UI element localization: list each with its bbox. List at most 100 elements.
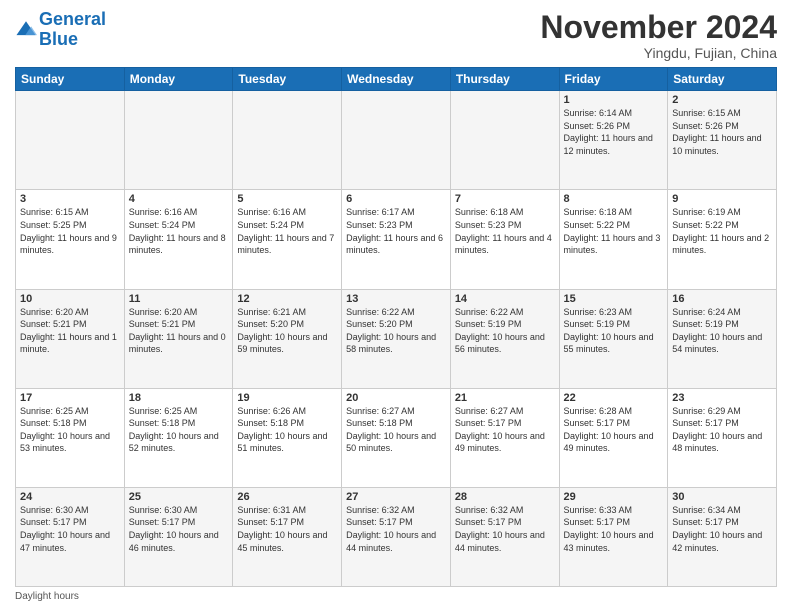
day-cell: 7Sunrise: 6:18 AMSunset: 5:23 PMDaylight…: [450, 190, 559, 289]
day-info: Sunrise: 6:20 AMSunset: 5:21 PMDaylight:…: [129, 306, 229, 356]
day-number: 24: [20, 491, 120, 503]
day-info: Sunrise: 6:14 AMSunset: 5:26 PMDaylight:…: [564, 107, 664, 157]
day-cell: [450, 91, 559, 190]
day-cell: 28Sunrise: 6:32 AMSunset: 5:17 PMDayligh…: [450, 487, 559, 586]
logo-general: General: [39, 9, 106, 29]
day-cell: 11Sunrise: 6:20 AMSunset: 5:21 PMDayligh…: [124, 289, 233, 388]
day-number: 3: [20, 193, 120, 205]
col-header-thursday: Thursday: [450, 68, 559, 91]
day-info: Sunrise: 6:21 AMSunset: 5:20 PMDaylight:…: [237, 306, 337, 356]
header-row: SundayMondayTuesdayWednesdayThursdayFrid…: [16, 68, 777, 91]
day-number: 22: [564, 392, 664, 404]
day-number: 2: [672, 94, 772, 106]
day-number: 15: [564, 293, 664, 305]
day-cell: 26Sunrise: 6:31 AMSunset: 5:17 PMDayligh…: [233, 487, 342, 586]
day-number: 20: [346, 392, 446, 404]
day-cell: 6Sunrise: 6:17 AMSunset: 5:23 PMDaylight…: [342, 190, 451, 289]
col-header-sunday: Sunday: [16, 68, 125, 91]
week-row-5: 24Sunrise: 6:30 AMSunset: 5:17 PMDayligh…: [16, 487, 777, 586]
day-number: 19: [237, 392, 337, 404]
day-cell: 8Sunrise: 6:18 AMSunset: 5:22 PMDaylight…: [559, 190, 668, 289]
day-info: Sunrise: 6:30 AMSunset: 5:17 PMDaylight:…: [129, 504, 229, 554]
day-cell: 29Sunrise: 6:33 AMSunset: 5:17 PMDayligh…: [559, 487, 668, 586]
day-number: 1: [564, 94, 664, 106]
day-cell: [16, 91, 125, 190]
day-number: 7: [455, 193, 555, 205]
day-cell: 4Sunrise: 6:16 AMSunset: 5:24 PMDaylight…: [124, 190, 233, 289]
day-cell: 17Sunrise: 6:25 AMSunset: 5:18 PMDayligh…: [16, 388, 125, 487]
day-info: Sunrise: 6:25 AMSunset: 5:18 PMDaylight:…: [129, 405, 229, 455]
day-cell: 2Sunrise: 6:15 AMSunset: 5:26 PMDaylight…: [668, 91, 777, 190]
footer: Daylight hours: [15, 591, 777, 602]
day-number: 23: [672, 392, 772, 404]
day-cell: 18Sunrise: 6:25 AMSunset: 5:18 PMDayligh…: [124, 388, 233, 487]
month-title: November 2024: [540, 10, 777, 45]
day-info: Sunrise: 6:22 AMSunset: 5:19 PMDaylight:…: [455, 306, 555, 356]
page: General Blue November 2024 Yingdu, Fujia…: [0, 0, 792, 612]
day-cell: 30Sunrise: 6:34 AMSunset: 5:17 PMDayligh…: [668, 487, 777, 586]
col-header-friday: Friday: [559, 68, 668, 91]
day-cell: 16Sunrise: 6:24 AMSunset: 5:19 PMDayligh…: [668, 289, 777, 388]
day-info: Sunrise: 6:23 AMSunset: 5:19 PMDaylight:…: [564, 306, 664, 356]
day-info: Sunrise: 6:20 AMSunset: 5:21 PMDaylight:…: [20, 306, 120, 356]
day-info: Sunrise: 6:34 AMSunset: 5:17 PMDaylight:…: [672, 504, 772, 554]
day-info: Sunrise: 6:31 AMSunset: 5:17 PMDaylight:…: [237, 504, 337, 554]
day-cell: 13Sunrise: 6:22 AMSunset: 5:20 PMDayligh…: [342, 289, 451, 388]
day-number: 8: [564, 193, 664, 205]
day-info: Sunrise: 6:19 AMSunset: 5:22 PMDaylight:…: [672, 206, 772, 256]
day-info: Sunrise: 6:26 AMSunset: 5:18 PMDaylight:…: [237, 405, 337, 455]
day-cell: 22Sunrise: 6:28 AMSunset: 5:17 PMDayligh…: [559, 388, 668, 487]
day-cell: 14Sunrise: 6:22 AMSunset: 5:19 PMDayligh…: [450, 289, 559, 388]
day-cell: [342, 91, 451, 190]
day-cell: 9Sunrise: 6:19 AMSunset: 5:22 PMDaylight…: [668, 190, 777, 289]
day-number: 17: [20, 392, 120, 404]
calendar-table: SundayMondayTuesdayWednesdayThursdayFrid…: [15, 67, 777, 587]
week-row-4: 17 Sunrise: 6:25 AMSunset: 5:18 PMDayligh…: [16, 388, 777, 487]
week-row-1: 1Sunrise: 6:14 AMSunset: 5:26 PMDaylight…: [16, 91, 777, 190]
day-info: Sunrise: 6:18 AMSunset: 5:23 PMDaylight:…: [455, 206, 555, 256]
day-info: Sunrise: 6:32 AMSunset: 5:17 PMDaylight:…: [455, 504, 555, 554]
day-info: Sunrise: 6:33 AMSunset: 5:17 PMDaylight:…: [564, 504, 664, 554]
day-number: 9: [672, 193, 772, 205]
day-number: 29: [564, 491, 664, 503]
day-number: 21: [455, 392, 555, 404]
logo-icon: [15, 19, 37, 41]
day-cell: 10Sunrise: 6:20 AMSunset: 5:21 PMDayligh…: [16, 289, 125, 388]
day-cell: 21Sunrise: 6:27 AMSunset: 5:17 PMDayligh…: [450, 388, 559, 487]
day-cell: 20Sunrise: 6:27 AMSunset: 5:18 PMDayligh…: [342, 388, 451, 487]
day-cell: 3Sunrise: 6:15 AMSunset: 5:25 PMDaylight…: [16, 190, 125, 289]
day-info: Sunrise: 6:27 AMSunset: 5:17 PMDaylight:…: [455, 405, 555, 455]
day-cell: 15Sunrise: 6:23 AMSunset: 5:19 PMDayligh…: [559, 289, 668, 388]
col-header-tuesday: Tuesday: [233, 68, 342, 91]
day-info: Sunrise: 6:16 AMSunset: 5:24 PMDaylight:…: [129, 206, 229, 256]
day-cell: 19Sunrise: 6:26 AMSunset: 5:18 PMDayligh…: [233, 388, 342, 487]
day-number: 4: [129, 193, 229, 205]
day-cell: 12Sunrise: 6:21 AMSunset: 5:20 PMDayligh…: [233, 289, 342, 388]
col-header-wednesday: Wednesday: [342, 68, 451, 91]
day-cell: 23Sunrise: 6:29 AMSunset: 5:17 PMDayligh…: [668, 388, 777, 487]
day-cell: [233, 91, 342, 190]
day-info: Sunrise: 6:27 AMSunset: 5:18 PMDaylight:…: [346, 405, 446, 455]
day-info: Sunrise: 6:16 AMSunset: 5:24 PMDaylight:…: [237, 206, 337, 256]
day-cell: 1Sunrise: 6:14 AMSunset: 5:26 PMDaylight…: [559, 91, 668, 190]
day-number: 27: [346, 491, 446, 503]
day-cell: 24Sunrise: 6:30 AMSunset: 5:17 PMDayligh…: [16, 487, 125, 586]
col-header-monday: Monday: [124, 68, 233, 91]
day-info: Sunrise: 6:28 AMSunset: 5:17 PMDaylight:…: [564, 405, 664, 455]
day-number: 11: [129, 293, 229, 305]
day-info: Sunrise: 6:15 AMSunset: 5:26 PMDaylight:…: [672, 107, 772, 157]
day-number: 25: [129, 491, 229, 503]
day-number: 14: [455, 293, 555, 305]
day-info: Sunrise: 6:24 AMSunset: 5:19 PMDaylight:…: [672, 306, 772, 356]
day-cell: 27Sunrise: 6:32 AMSunset: 5:17 PMDayligh…: [342, 487, 451, 586]
day-info: Sunrise: 6:30 AMSunset: 5:17 PMDaylight:…: [20, 504, 120, 554]
day-cell: 5Sunrise: 6:16 AMSunset: 5:24 PMDaylight…: [233, 190, 342, 289]
day-info: Sunrise: 6:22 AMSunset: 5:20 PMDaylight:…: [346, 306, 446, 356]
day-number: 30: [672, 491, 772, 503]
location: Yingdu, Fujian, China: [540, 45, 777, 61]
week-row-3: 10Sunrise: 6:20 AMSunset: 5:21 PMDayligh…: [16, 289, 777, 388]
day-info: Sunrise: 6:15 AMSunset: 5:25 PMDaylight:…: [20, 206, 120, 256]
title-block: November 2024 Yingdu, Fujian, China: [540, 10, 777, 61]
logo: General Blue: [15, 10, 106, 50]
day-info: Sunrise: 6:32 AMSunset: 5:17 PMDaylight:…: [346, 504, 446, 554]
